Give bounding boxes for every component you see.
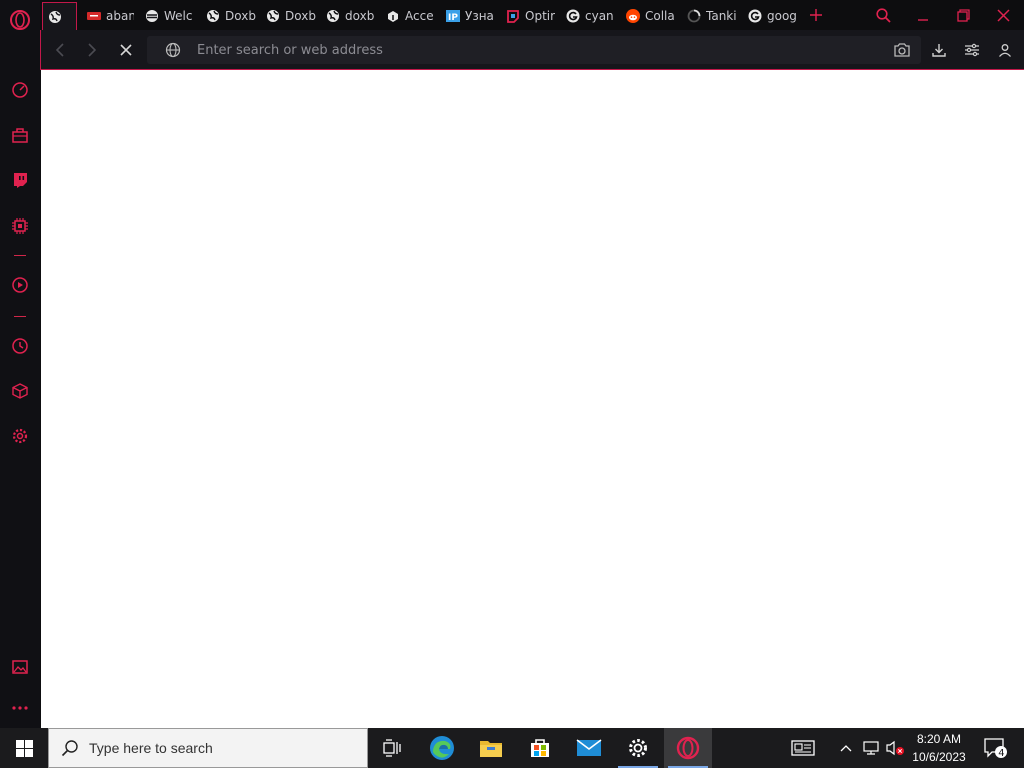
sidebar-divider — [14, 255, 26, 256]
profile-user-icon[interactable] — [993, 38, 1017, 62]
windows-start-icon[interactable] — [0, 728, 48, 768]
history-icon[interactable] — [8, 334, 32, 358]
edge-browser-icon[interactable] — [418, 728, 466, 768]
navigation-bar — [40, 30, 1024, 70]
tab-title: goog — [767, 9, 797, 23]
tab[interactable]: aban — [82, 2, 134, 30]
tab-title: Optir — [525, 9, 556, 23]
tab-title: Acce — [405, 9, 434, 23]
tab[interactable]: goog — [743, 2, 799, 30]
mail-icon[interactable] — [565, 728, 613, 768]
ip-icon: IP — [446, 9, 460, 23]
hardware-limiter-icon[interactable] — [8, 214, 32, 238]
globe-icon — [48, 10, 62, 24]
twitch-icon[interactable] — [8, 168, 32, 192]
optimizer-icon — [506, 9, 520, 23]
tab[interactable]: Colla — [621, 2, 677, 30]
downloads-icon[interactable] — [927, 38, 951, 62]
tab[interactable]: cyan — [561, 2, 617, 30]
browser-sidebar — [0, 0, 40, 728]
news-widget-icon[interactable] — [786, 728, 820, 768]
tab-title: aban — [106, 9, 134, 23]
tab-title: Welc — [164, 9, 193, 23]
tab-title: Doxb — [225, 9, 256, 23]
sidebar-divider — [14, 316, 26, 317]
tab-title: Узна — [465, 9, 494, 23]
gx-control-icon[interactable] — [8, 78, 32, 102]
gx-corner-icon[interactable] — [8, 123, 32, 147]
wallpaper-icon[interactable] — [8, 655, 32, 679]
page-content[interactable] — [41, 70, 1024, 728]
close-icon[interactable] — [989, 4, 1017, 26]
microsoft-store-icon[interactable] — [516, 728, 564, 768]
settings-gear-icon[interactable] — [8, 424, 32, 448]
puzzle-icon — [386, 9, 400, 23]
system-clock[interactable]: 8:20 AM 10/6/2023 — [906, 730, 972, 766]
extensions-icon[interactable] — [8, 379, 32, 403]
back-arrow-icon[interactable] — [48, 38, 72, 62]
clock-date: 10/6/2023 — [912, 750, 966, 764]
search-tabs-icon[interactable] — [869, 4, 897, 26]
opera-gx-icon — [145, 9, 159, 23]
tab-strip: aban Welc Doxb Doxb doxb Acce IP Узна Op — [40, 0, 1024, 30]
tab-title: doxb — [345, 9, 375, 23]
loading-icon — [687, 9, 701, 23]
opera-gx-taskbar-icon[interactable] — [664, 728, 712, 768]
file-explorer-icon[interactable] — [467, 728, 515, 768]
globe-icon — [326, 9, 340, 23]
reddit-icon — [626, 9, 640, 23]
globe-icon — [206, 9, 220, 23]
tab-title: Doxb — [285, 9, 316, 23]
clock-time: 8:20 AM — [916, 732, 962, 746]
site-info-globe-icon[interactable] — [165, 42, 181, 58]
easy-setup-sliders-icon[interactable] — [960, 38, 984, 62]
volume-muted-icon[interactable] — [884, 728, 906, 768]
address-input[interactable] — [197, 40, 877, 60]
red-rect-icon — [87, 9, 101, 23]
chevron-up-icon[interactable] — [836, 728, 856, 768]
player-icon[interactable] — [8, 273, 32, 297]
notifications-icon[interactable]: 4 — [978, 728, 1012, 768]
address-bar[interactable] — [147, 36, 921, 64]
tab-title: Colla — [645, 9, 675, 23]
stop-loading-icon[interactable] — [114, 38, 138, 62]
tab[interactable]: IP Узна — [441, 2, 497, 30]
tab-active[interactable] — [42, 2, 77, 30]
new-tab-plus-icon[interactable] — [802, 4, 830, 26]
taskbar-search-box[interactable]: Type here to search — [48, 728, 368, 768]
search-placeholder: Type here to search — [89, 740, 213, 756]
tab[interactable]: Acce — [381, 2, 437, 30]
tab[interactable]: Doxb — [261, 2, 317, 30]
tab[interactable]: Tanki — [682, 2, 738, 30]
task-view-icon[interactable] — [368, 728, 416, 768]
notification-count: 4 — [998, 748, 1004, 759]
tab[interactable]: Doxb — [201, 2, 257, 30]
search-icon — [61, 739, 79, 757]
forward-arrow-icon[interactable] — [80, 38, 104, 62]
google-icon — [566, 9, 580, 23]
opera-menu-icon[interactable] — [8, 8, 32, 32]
screen: aban Welc Doxb Doxb doxb Acce IP Узна Op — [0, 0, 1024, 768]
settings-app-icon[interactable] — [614, 728, 662, 768]
svg-text:IP: IP — [448, 13, 458, 23]
tab-title: cyan — [585, 9, 614, 23]
google-icon — [748, 9, 762, 23]
tab[interactable]: Welc — [140, 2, 196, 30]
snapshot-camera-icon[interactable] — [893, 42, 911, 58]
tab-title: Tanki — [706, 9, 737, 23]
windows-taskbar: Type here to search 8:20 AM 10/6/2023 4 — [0, 728, 1024, 768]
tab[interactable]: doxb — [321, 2, 377, 30]
tab[interactable]: Optir — [501, 2, 557, 30]
network-icon[interactable] — [860, 728, 882, 768]
minimize-icon[interactable] — [909, 4, 937, 26]
globe-icon — [266, 9, 280, 23]
more-options-icon[interactable] — [8, 696, 32, 720]
restore-icon[interactable] — [949, 4, 977, 26]
